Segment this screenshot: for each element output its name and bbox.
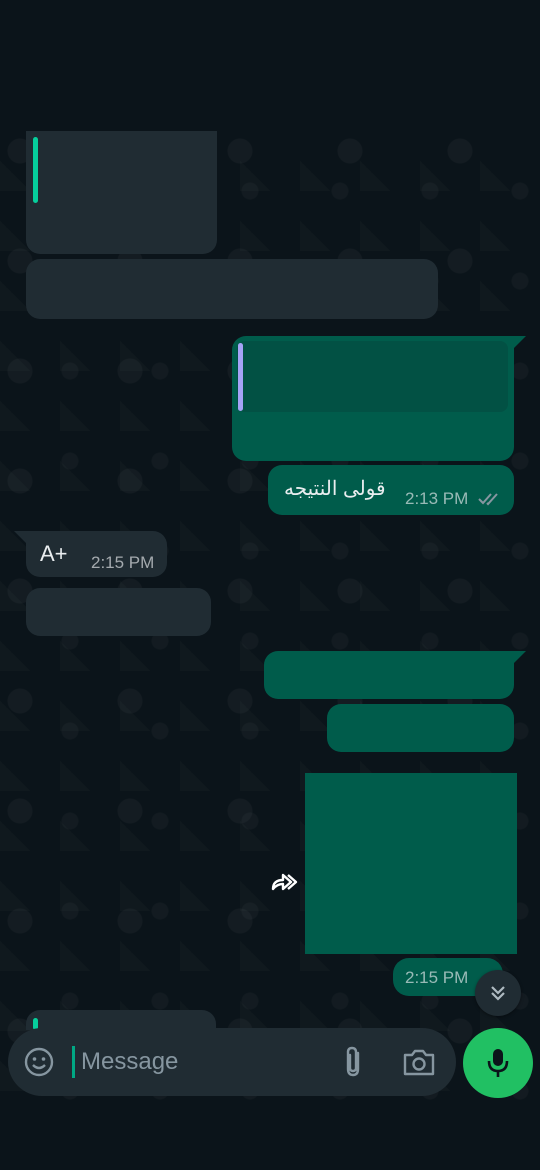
message-bubble-outgoing[interactable]: قولى النتيجه 2:13 PM <box>268 465 514 515</box>
forward-button[interactable] <box>263 860 307 904</box>
forward-icon <box>271 873 298 891</box>
message-bubble-outgoing[interactable] <box>327 704 514 752</box>
mic-icon <box>487 1049 509 1077</box>
scroll-to-bottom-button[interactable] <box>475 970 521 1016</box>
message-text: قولى النتيجه <box>284 478 386 500</box>
emoji-button[interactable] <box>22 1045 56 1079</box>
message-time: 2:13 PM <box>405 489 469 508</box>
message-composer <box>8 1028 456 1096</box>
message-text: A+ <box>40 541 68 566</box>
message-bubble-incoming[interactable]: A+ 2:15 PM <box>26 531 167 577</box>
message-input[interactable] <box>72 1046 331 1078</box>
camera-icon <box>403 1049 435 1076</box>
attach-button[interactable] <box>338 1045 368 1079</box>
mic-button[interactable] <box>463 1028 533 1098</box>
quote-bar <box>33 137 38 203</box>
bubble-tail <box>512 651 526 665</box>
paperclip-icon <box>346 1046 360 1077</box>
message-bubble-outgoing[interactable] <box>232 336 514 461</box>
bubble-tail <box>14 531 28 545</box>
chat-header <box>0 0 540 131</box>
double-check-icon <box>478 493 498 506</box>
quoted-message[interactable] <box>237 341 508 412</box>
message-bubble-incoming[interactable] <box>26 259 438 319</box>
emoji-icon <box>24 1047 54 1077</box>
camera-button[interactable] <box>402 1046 436 1078</box>
message-bubble-incoming[interactable] <box>26 131 217 254</box>
message-bubble-incoming[interactable] <box>26 1010 216 1030</box>
quote-bar <box>238 343 243 411</box>
image-message[interactable] <box>305 773 517 954</box>
message-time: 2:15 PM <box>91 553 155 572</box>
message-bubble-outgoing[interactable] <box>264 651 514 699</box>
message-bubble-incoming[interactable] <box>26 588 211 636</box>
chevron-double-down-icon <box>491 986 505 1001</box>
bubble-tail <box>512 336 526 350</box>
message-time: 2:15 PM <box>405 968 469 987</box>
system-navigation-bar <box>0 1103 540 1170</box>
